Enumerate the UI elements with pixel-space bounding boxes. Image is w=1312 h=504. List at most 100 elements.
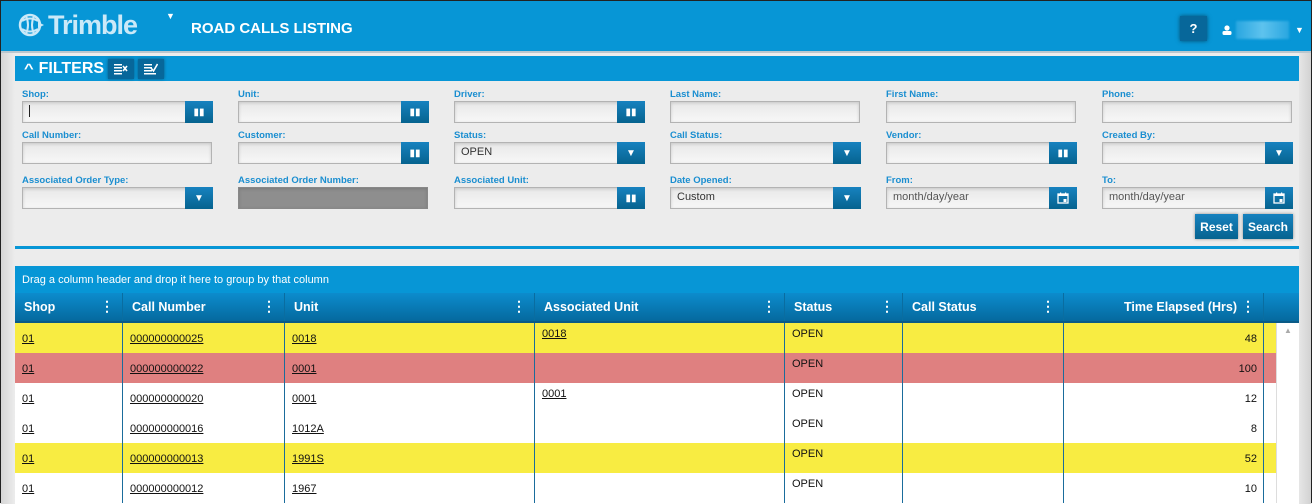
column-header-call-number[interactable]: Call Number ⋮ bbox=[123, 293, 285, 321]
created-by-select[interactable] bbox=[1102, 142, 1292, 164]
created-by-dropdown-button[interactable]: ▼ bbox=[1265, 142, 1293, 164]
call-status-cell bbox=[903, 443, 1064, 473]
unit-link[interactable]: 0018 bbox=[292, 333, 316, 345]
shop-cell: 01 bbox=[15, 353, 123, 383]
table-row[interactable]: 01 000000000025 0018 0018 OPEN 48 bbox=[15, 323, 1276, 353]
grid-vertical-scrollbar[interactable]: ▲ bbox=[1276, 323, 1299, 503]
call-status-select[interactable] bbox=[670, 142, 860, 164]
group-by-drop-zone[interactable]: Drag a column header and drop it here to… bbox=[15, 266, 1299, 293]
vendor-lookup-button[interactable]: ▮▮ bbox=[1049, 142, 1077, 164]
unit-link[interactable]: 1012A bbox=[292, 423, 324, 435]
associated-unit-input[interactable] bbox=[454, 187, 644, 209]
column-title: Call Status bbox=[912, 300, 977, 314]
shop-link[interactable]: 01 bbox=[22, 423, 34, 435]
shop-link[interactable]: 01 bbox=[22, 333, 34, 345]
associated-unit-lookup-button[interactable]: ▮▮ bbox=[617, 187, 645, 209]
column-header-unit[interactable]: Unit ⋮ bbox=[285, 293, 535, 321]
filters-toggle[interactable]: ^ FILTERS bbox=[24, 60, 104, 78]
table-row[interactable]: 01 000000000013 1991S OPEN 52 bbox=[15, 443, 1276, 473]
customer-input[interactable] bbox=[238, 142, 428, 164]
user-menu[interactable]: ▼ bbox=[1222, 21, 1304, 39]
last-name-input[interactable] bbox=[670, 101, 860, 123]
associated-order-type-select[interactable] bbox=[22, 187, 212, 209]
column-menu-icon[interactable]: ⋮ bbox=[262, 298, 276, 315]
shop-link[interactable]: 01 bbox=[22, 483, 34, 495]
call-number-cell: 000000000012 bbox=[123, 473, 285, 503]
driver-lookup-button[interactable]: ▮▮ bbox=[617, 101, 645, 123]
column-title: Shop bbox=[24, 300, 56, 314]
associated-order-type-label: Associated Order Type: bbox=[22, 175, 129, 186]
driver-input[interactable] bbox=[454, 101, 644, 123]
column-menu-icon[interactable]: ⋮ bbox=[880, 298, 894, 315]
status-dropdown-button[interactable]: ▼ bbox=[617, 142, 645, 164]
to-date-filter: To: month/day/year bbox=[1102, 175, 1293, 209]
shop-input[interactable] bbox=[22, 101, 212, 123]
associated-unit-cell bbox=[535, 443, 785, 473]
shop-lookup-button[interactable]: ▮▮ bbox=[185, 101, 213, 123]
status-cell: OPEN bbox=[785, 413, 903, 443]
table-row[interactable]: 01 000000000020 0001 0001 OPEN 12 bbox=[15, 383, 1276, 413]
vendor-input[interactable] bbox=[886, 142, 1076, 164]
shop-link[interactable]: 01 bbox=[22, 453, 34, 465]
call-status-dropdown-button[interactable]: ▼ bbox=[833, 142, 861, 164]
call-number-link[interactable]: 000000000013 bbox=[130, 453, 203, 465]
unit-link[interactable]: 1991S bbox=[292, 453, 324, 465]
last-name-filter: Last Name: bbox=[670, 89, 860, 123]
associated-order-type-dropdown-button[interactable]: ▼ bbox=[185, 187, 213, 209]
column-header-status[interactable]: Status ⋮ bbox=[785, 293, 903, 321]
help-button[interactable]: ? bbox=[1180, 16, 1207, 41]
status-cell: OPEN bbox=[785, 383, 903, 413]
apply-filters-button[interactable] bbox=[138, 58, 165, 79]
phone-input[interactable] bbox=[1102, 101, 1292, 123]
table-row[interactable]: 01 000000000016 1012A OPEN 8 bbox=[15, 413, 1276, 443]
section-divider bbox=[15, 246, 1299, 249]
column-menu-icon[interactable]: ⋮ bbox=[512, 298, 526, 315]
unit-link[interactable]: 0001 bbox=[292, 363, 316, 375]
clear-filters-button[interactable] bbox=[108, 58, 135, 79]
table-row[interactable]: 01 000000000012 1967 OPEN 10 bbox=[15, 473, 1276, 503]
call-number-link[interactable]: 000000000022 bbox=[130, 363, 203, 375]
filters-panel: Shop: ▮▮ Unit: ▮▮ Driver: ▮▮ Last Name: … bbox=[1, 81, 1311, 243]
app-switcher-caret-icon[interactable]: ▼ bbox=[166, 11, 175, 21]
column-menu-icon[interactable]: ⋮ bbox=[1241, 298, 1255, 315]
to-calendar-button[interactable] bbox=[1265, 187, 1293, 209]
associated-unit-link[interactable]: 0001 bbox=[542, 388, 566, 400]
unit-link[interactable]: 1967 bbox=[292, 483, 316, 495]
column-header-shop[interactable]: Shop ⋮ bbox=[15, 293, 123, 321]
status-select[interactable]: OPEN bbox=[454, 142, 644, 164]
scroll-up-arrow-icon[interactable]: ▲ bbox=[1284, 326, 1292, 335]
shop-link[interactable]: 01 bbox=[22, 363, 34, 375]
first-name-input[interactable] bbox=[886, 101, 1076, 123]
table-row[interactable]: 01 000000000022 0001 OPEN 100 bbox=[15, 353, 1276, 383]
shop-link[interactable]: 01 bbox=[22, 393, 34, 405]
call-number-link[interactable]: 000000000016 bbox=[130, 423, 203, 435]
unit-lookup-button[interactable]: ▮▮ bbox=[401, 101, 429, 123]
customer-lookup-button[interactable]: ▮▮ bbox=[401, 142, 429, 164]
reset-button[interactable]: Reset bbox=[1195, 214, 1238, 239]
column-menu-icon[interactable]: ⋮ bbox=[762, 298, 776, 315]
associated-unit-link[interactable]: 0018 bbox=[542, 328, 566, 340]
column-menu-icon[interactable]: ⋮ bbox=[100, 298, 114, 315]
to-date-input[interactable]: month/day/year bbox=[1102, 187, 1292, 209]
date-opened-dropdown-button[interactable]: ▼ bbox=[833, 187, 861, 209]
call-number-link[interactable]: 000000000012 bbox=[130, 483, 203, 495]
column-header-associated-unit[interactable]: Associated Unit ⋮ bbox=[535, 293, 785, 321]
call-status-cell bbox=[903, 413, 1064, 443]
call-number-link[interactable]: 000000000025 bbox=[130, 333, 203, 345]
column-header-call-status[interactable]: Call Status ⋮ bbox=[903, 293, 1064, 321]
column-header-time-elapsed[interactable]: Time Elapsed (Hrs) ⋮ bbox=[1064, 293, 1264, 321]
search-button[interactable]: Search bbox=[1243, 214, 1293, 239]
call-number-link[interactable]: 000000000020 bbox=[130, 393, 203, 405]
associated-order-number-label: Associated Order Number: bbox=[238, 175, 359, 186]
time-elapsed-cell: 10 bbox=[1064, 473, 1264, 503]
from-calendar-button[interactable] bbox=[1049, 187, 1077, 209]
trimble-logo[interactable]: Trimble bbox=[17, 9, 138, 41]
unit-input[interactable] bbox=[238, 101, 428, 123]
unit-link[interactable]: 0001 bbox=[292, 393, 316, 405]
call-number-input[interactable] bbox=[22, 142, 212, 164]
binoculars-icon: ▮▮ bbox=[409, 147, 421, 159]
from-date-input[interactable]: month/day/year bbox=[886, 187, 1076, 209]
to-label: To: bbox=[1102, 175, 1117, 186]
date-opened-select[interactable]: Custom bbox=[670, 187, 860, 209]
column-menu-icon[interactable]: ⋮ bbox=[1041, 298, 1055, 315]
